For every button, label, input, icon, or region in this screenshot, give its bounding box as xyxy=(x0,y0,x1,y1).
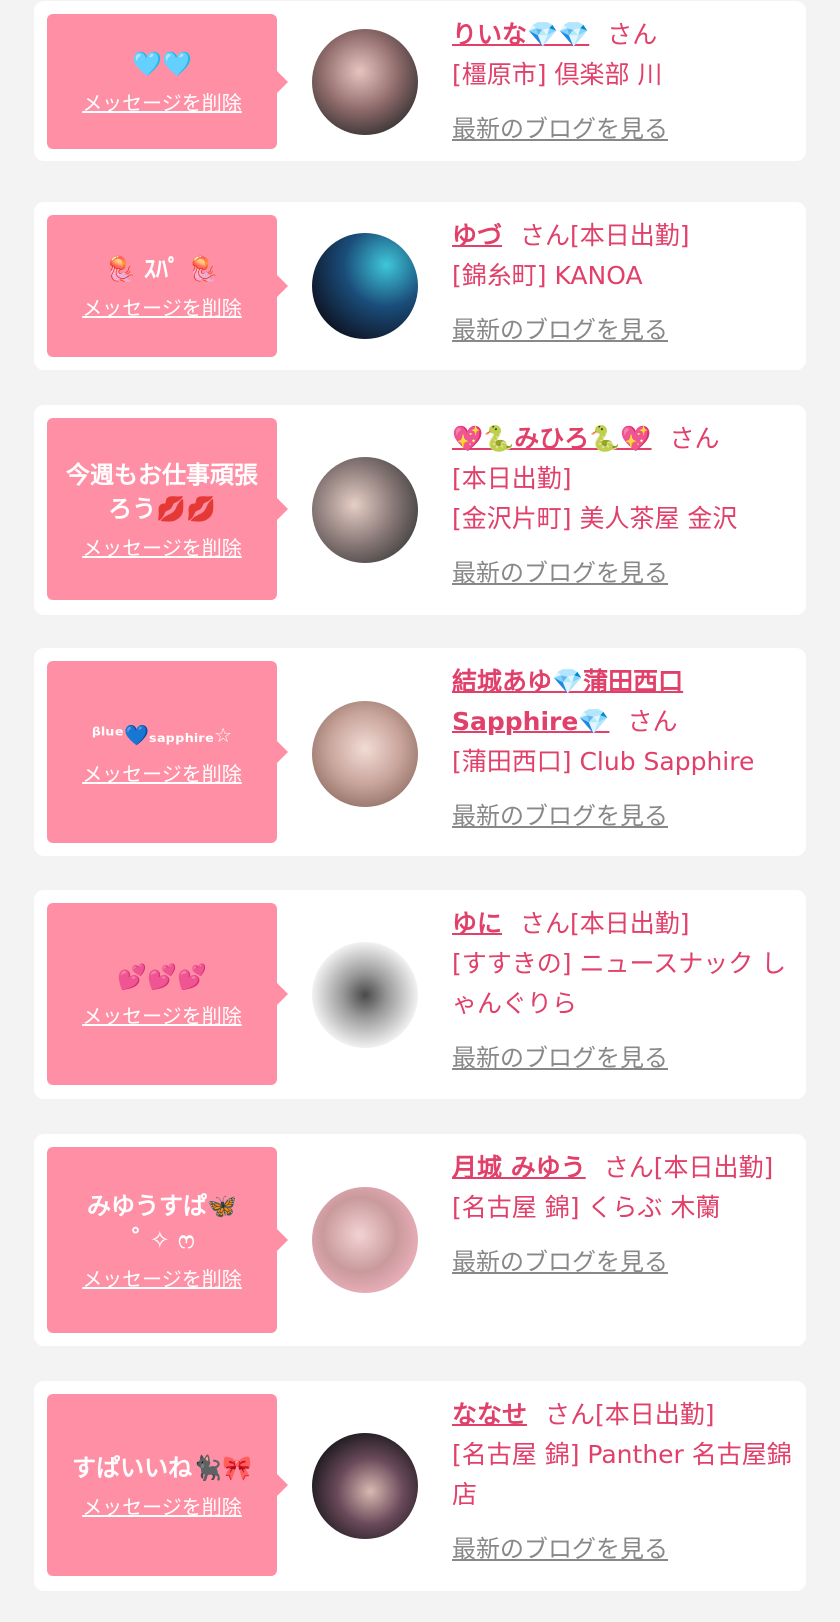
cast-info: 💖🐍みひろ🐍💖 さん [本日出勤] [金沢片町] 美人茶屋 金沢 最新のブログを見… xyxy=(452,419,792,593)
message-text: 🪼 ｽﾊﾟ 🪼 xyxy=(105,254,219,283)
avatar[interactable] xyxy=(312,942,418,1048)
blog-link[interactable]: 最新のブログを見る xyxy=(452,1038,668,1078)
cast-name-link[interactable]: りいな💎💎 xyxy=(452,20,589,49)
message-bubble: ᵝˡᵘᵉ💙ₛₐₚₚₕᵢᵣₑ☆ メッセージを削除 xyxy=(47,661,288,843)
cast-name-link[interactable]: ゆに xyxy=(452,909,502,938)
cast-info: りいな💎💎 さん [橿原市] 倶楽部 川 最新のブログを見る xyxy=(452,15,792,149)
honorific: さん xyxy=(607,20,658,49)
avatar[interactable] xyxy=(312,233,418,339)
blog-link[interactable]: 最新のブログを見る xyxy=(452,553,668,593)
attendance-status: [本日出勤] xyxy=(595,1400,715,1429)
message-text: すぱいいね🐈‍⬛🎀 xyxy=(72,1453,252,1482)
avatar[interactable] xyxy=(312,1187,418,1293)
message-bubble: みゆうすぱ🦋 ˚ ✧ ෆ メッセージを削除 xyxy=(47,1147,288,1333)
delete-message-link[interactable]: メッセージを削除 xyxy=(82,1263,242,1292)
list-item: すぱいいね🐈‍⬛🎀 メッセージを削除 ななせ さん[本日出勤] [名古屋 錦] P… xyxy=(34,1381,806,1591)
message-bubble: すぱいいね🐈‍⬛🎀 メッセージを削除 xyxy=(47,1394,288,1576)
honorific: さん xyxy=(603,1153,654,1182)
message-text: みゆうすぱ🦋 ˚ ✧ ෆ xyxy=(87,1191,237,1254)
message-text: ᵝˡᵘᵉ💙ₛₐₚₚₕᵢᵣₑ☆ xyxy=(91,722,233,747)
blog-link[interactable]: 最新のブログを見る xyxy=(452,1242,668,1282)
honorific: さん xyxy=(520,909,571,938)
message-bubble: 今週もお仕事頑張 ろう💋💋 メッセージを削除 xyxy=(47,418,288,600)
delete-message-link[interactable]: メッセージを削除 xyxy=(82,1491,242,1520)
avatar[interactable] xyxy=(312,29,418,135)
shop-name: [金沢片町] 美人茶屋 金沢 xyxy=(452,504,738,533)
honorific: さん xyxy=(627,707,678,736)
blog-link[interactable]: 最新のブログを見る xyxy=(452,310,668,350)
shop-name: [橿原市] 倶楽部 川 xyxy=(452,60,663,89)
message-list: 🩵🩵 メッセージを削除 りいな💎💎 さん [橿原市] 倶楽部 川 最新のブログを見… xyxy=(0,0,840,1622)
avatar[interactable] xyxy=(312,457,418,563)
shop-name: [すすきの] ニュースナック しゃんぐりら xyxy=(452,949,787,1018)
attendance-status: [本日出勤] xyxy=(452,464,572,493)
attendance-status: [本日出勤] xyxy=(653,1153,774,1182)
cast-info: ゆづ さん[本日出勤] [錦糸町] KANOA 最新のブログを見る xyxy=(452,216,792,350)
honorific: さん xyxy=(545,1400,596,1429)
list-item: 🩵🩵 メッセージを削除 りいな💎💎 さん [橿原市] 倶楽部 川 最新のブログを見… xyxy=(34,1,806,161)
message-text: 🩵🩵 xyxy=(132,50,192,78)
cast-info: 結城あゆ💎蒲田西口 Sapphire💎 さん [蒲田西口] Club Sapphi… xyxy=(452,662,792,836)
honorific: さん xyxy=(520,221,571,250)
message-text: 💕💕💕 xyxy=(117,962,207,991)
blog-link[interactable]: 最新のブログを見る xyxy=(452,796,668,836)
shop-name: [錦糸町] KANOA xyxy=(452,261,643,290)
blog-link[interactable]: 最新のブログを見る xyxy=(452,1529,668,1569)
blog-link[interactable]: 最新のブログを見る xyxy=(452,109,668,149)
cast-name-link[interactable]: ななせ xyxy=(452,1400,527,1429)
cast-name-link[interactable]: 月城 みゆう xyxy=(452,1153,586,1182)
list-item: 🪼 ｽﾊﾟ 🪼 メッセージを削除 ゆづ さん[本日出勤] [錦糸町] KANOA … xyxy=(34,202,806,370)
list-item: みゆうすぱ🦋 ˚ ✧ ෆ メッセージを削除 月城 みゆう さん[本日出勤] [名古… xyxy=(34,1134,806,1346)
cast-name-link[interactable]: ゆづ xyxy=(452,221,502,250)
delete-message-link[interactable]: メッセージを削除 xyxy=(82,758,242,787)
cast-name-link[interactable]: 💖🐍みひろ🐍💖 xyxy=(452,424,652,453)
message-bubble: 🩵🩵 メッセージを削除 xyxy=(47,14,288,149)
delete-message-link[interactable]: メッセージを削除 xyxy=(82,87,242,116)
honorific: さん xyxy=(669,424,720,453)
list-item: 💕💕💕 メッセージを削除 ゆに さん[本日出勤] [すすきの] ニュースナック し… xyxy=(34,890,806,1099)
list-item: 今週もお仕事頑張 ろう💋💋 メッセージを削除 💖🐍みひろ🐍💖 さん [本日出勤] … xyxy=(34,405,806,615)
message-bubble: 🪼 ｽﾊﾟ 🪼 メッセージを削除 xyxy=(47,215,288,357)
avatar[interactable] xyxy=(312,1433,418,1539)
shop-name: [名古屋 錦] くらぶ 木蘭 xyxy=(452,1193,721,1222)
list-item: ᵝˡᵘᵉ💙ₛₐₚₚₕᵢᵣₑ☆ メッセージを削除 結城あゆ💎蒲田西口 Sapphi… xyxy=(34,648,806,856)
message-bubble: 💕💕💕 メッセージを削除 xyxy=(47,903,288,1085)
shop-name: [名古屋 錦] Panther 名古屋錦店 xyxy=(452,1440,792,1509)
avatar[interactable] xyxy=(312,701,418,807)
delete-message-link[interactable]: メッセージを削除 xyxy=(82,1000,242,1029)
cast-info: 月城 みゆう さん[本日出勤] [名古屋 錦] くらぶ 木蘭 最新のブログを見る xyxy=(452,1148,792,1282)
cast-info: ゆに さん[本日出勤] [すすきの] ニュースナック しゃんぐりら 最新のブログを… xyxy=(452,904,792,1078)
delete-message-link[interactable]: メッセージを削除 xyxy=(82,292,242,321)
cast-info: ななせ さん[本日出勤] [名古屋 錦] Panther 名古屋錦店 最新のブログ… xyxy=(452,1395,792,1569)
delete-message-link[interactable]: メッセージを削除 xyxy=(82,532,242,561)
shop-name: [蒲田西口] Club Sapphire xyxy=(452,747,755,776)
message-text: 今週もお仕事頑張 ろう💋💋 xyxy=(66,460,258,523)
attendance-status: [本日出勤] xyxy=(570,909,690,938)
attendance-status: [本日出勤] xyxy=(570,221,690,250)
